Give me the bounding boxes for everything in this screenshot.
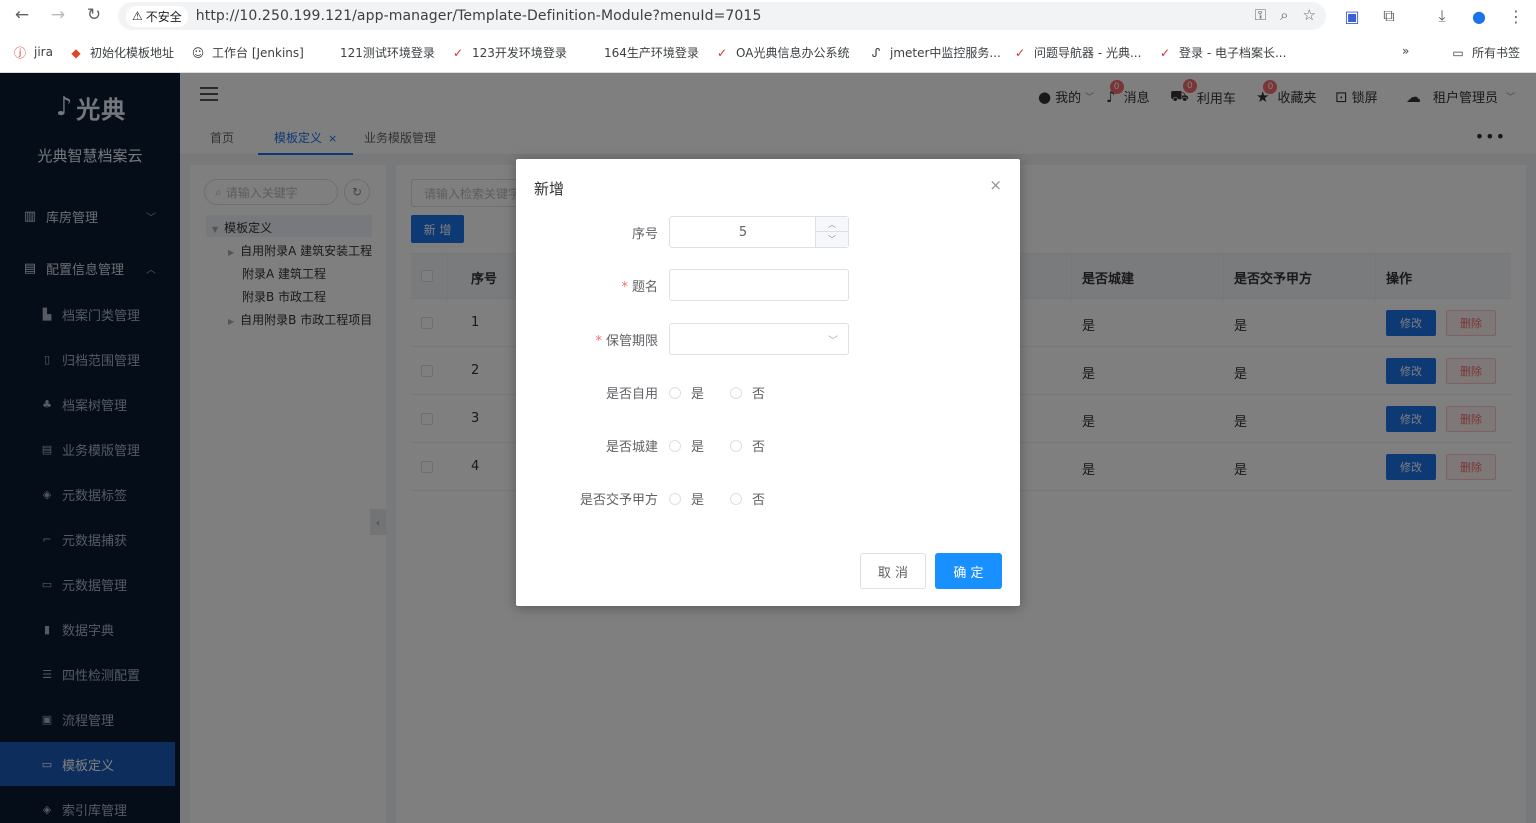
confirm-button[interactable]: 确 定 [935,553,1002,589]
party-a-no-radio[interactable]: 否 [730,489,765,508]
key-icon[interactable]: ⚿ [1255,6,1266,24]
add-dialog: 新增 × 序号 5 ︿ ﹀ * 题名 * 保管期限 ﹀ 是否自用 是 否 是否城建 … [516,159,1020,606]
forward-icon[interactable]: → [46,3,70,27]
bookmark-jira[interactable]: ⓙ jira [12,44,53,60]
gitlab-icon: ◆ [71,45,81,60]
bookmarks-bar: ⓙ jira ◆ 初始化模板地址 ☺ 工作台 [Jenkins] 121测试环境登录 … [0,40,1536,66]
oa-icon: ✓ [716,45,728,60]
all-bookmarks[interactable]: ▭ 所有书签 [1450,44,1520,61]
bookmark-121[interactable]: 121测试环境登录 [340,44,435,61]
back-icon[interactable]: ← [10,3,34,27]
bookmark-oa[interactable]: ✓ OA光典信息办公系统 [714,44,849,61]
download-icon[interactable]: ⤓ [1430,4,1454,28]
browser-toolbar: ← → ↻ ⚠ 不安全 http://10.250.199.121/app-ma… [0,0,1536,32]
bookmark-164[interactable]: 164生产环境登录 [604,44,699,61]
bookmark-jmeter[interactable]: ᔑ jmeter中监控服务... [868,44,1001,61]
star-icon[interactable]: ☆ [1303,6,1316,24]
url-text: http://10.250.199.121/app-manager/Templa… [195,8,762,24]
cancel-button[interactable]: 取 消 [860,553,926,589]
stepper-up-icon[interactable]: ︿ [816,217,848,232]
jira-icon: ⓙ [13,45,26,60]
party-a-yes-radio[interactable]: 是 [669,489,704,508]
bookmark-123[interactable]: ✓ 123开发环境登录 [450,44,567,61]
chevron-down-icon: ﹀ [828,336,838,347]
chevron-right-icon: » [1402,44,1410,58]
self-use-yes-radio[interactable]: 是 [669,383,704,402]
profile-icon[interactable]: ● [1467,4,1491,28]
close-icon[interactable]: × [989,176,1002,194]
self-use-label: 是否自用 [605,387,658,402]
menu-kebab-icon[interactable]: ⋮ [1504,4,1528,28]
warning-icon: ⚠ [132,9,143,23]
extension-app-icon[interactable]: ▣ [1340,4,1364,28]
bookmark-init-template[interactable]: ◆ 初始化模板地址 [68,44,174,61]
bookmark-login[interactable]: ✓ 登录 - 电子档案长... [1157,44,1286,61]
index-stepper[interactable]: 5 ︿ ﹀ [669,216,849,248]
address-bar[interactable]: ⚠ 不安全 http://10.250.199.121/app-manager/… [118,2,1326,30]
app-icon: ✓ [1159,45,1171,60]
title-input[interactable] [669,269,849,301]
city-yes-radio[interactable]: 是 [669,436,704,455]
city-label: 是否城建 [605,440,658,455]
jenkins-icon: ☺ [191,45,205,60]
zoom-icon[interactable]: ⌕ [1280,6,1288,24]
folder-icon: ▭ [1452,45,1464,60]
app-icon: ✓ [1014,45,1026,60]
self-use-no-radio[interactable]: 否 [730,383,765,402]
bookmarks-overflow[interactable]: » [1402,44,1409,58]
security-badge[interactable]: ⚠ 不安全 [126,5,188,27]
reload-icon[interactable]: ↻ [82,3,106,27]
extensions-icon[interactable]: ⧉ [1377,4,1401,28]
retention-label: * 保管期限 [595,334,658,349]
stepper-down-icon[interactable]: ﹀ [816,232,848,247]
stepper-controls: ︿ ﹀ [815,217,848,247]
app-icon: ✓ [452,45,464,60]
jmeter-icon: ᔑ [871,45,881,60]
retention-select[interactable]: ﹀ [669,323,849,355]
index-label: 序号 [631,227,658,242]
bookmark-jenkins[interactable]: ☺ 工作台 [Jenkins] [190,44,304,61]
city-no-radio[interactable]: 否 [730,436,765,455]
title-label: * 题名 [621,280,658,295]
index-value[interactable]: 5 [670,217,816,247]
party-a-label: 是否交予甲方 [579,493,658,508]
dialog-title: 新增 [534,180,565,198]
bookmark-issue-nav[interactable]: ✓ 问题导航器 - 光典... [1012,44,1141,61]
